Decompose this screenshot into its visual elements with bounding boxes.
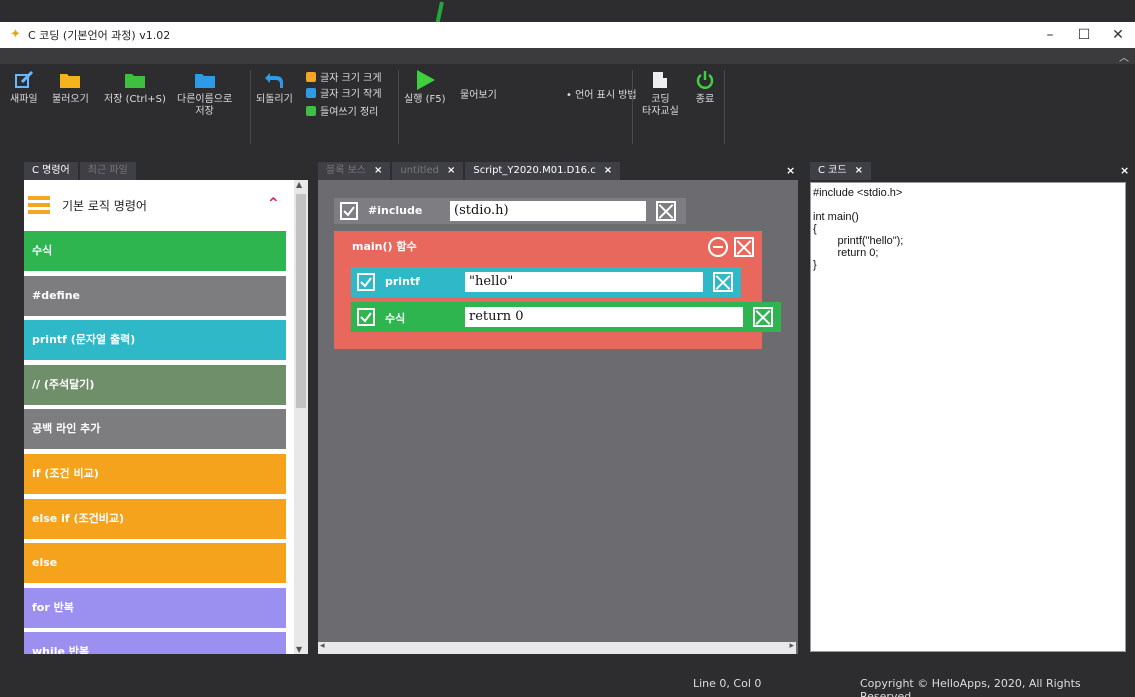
expression-input[interactable]: return 0 [465, 307, 743, 327]
code-view-panel[interactable]: #include <stdio.h> int main() { printf("… [810, 182, 1126, 652]
command-item[interactable]: // (주석달기) [24, 364, 286, 405]
font-bigger-button[interactable]: 글자 크기 크게 [306, 70, 382, 84]
main-label: main() 함수 [352, 240, 417, 253]
tab-c-code[interactable]: C 코드 × [810, 162, 871, 180]
keyboard-icon [649, 70, 671, 90]
command-group-header[interactable]: 기본 로직 명령어 ⌃ [24, 180, 294, 230]
app-window: ✦ C 코딩 (기본언어 과정) v1.02 – ☐ ✕ ︿ 새파일 불러오기 [0, 0, 1135, 697]
code-panel-tabs: C 코드 × [810, 160, 873, 180]
close-tab-icon[interactable]: × [855, 165, 863, 176]
generated-code: #include <stdio.h> int main() { printf("… [813, 187, 904, 271]
command-item[interactable]: for 반복 [24, 587, 286, 628]
new-file-button[interactable]: 새파일 [10, 70, 38, 106]
close-tab-icon[interactable]: × [604, 165, 612, 176]
command-item[interactable]: else if (조건비교) [24, 498, 286, 539]
expression-checkbox-icon[interactable] [357, 308, 375, 326]
run-button[interactable]: 실행 (F5) [404, 70, 446, 106]
delete-include-icon[interactable] [656, 201, 676, 221]
status-bar: Line 0, Col 0 Copyright © HelloApps, 202… [0, 668, 1135, 697]
ribbon-header: ︿ [0, 48, 1135, 64]
command-item[interactable]: else [24, 543, 286, 584]
editor-tabs: 블록 보스 × untitled × Script_Y2020.M01.D16.c × [318, 160, 622, 180]
minimize-button[interactable]: – [1033, 22, 1067, 48]
power-icon [694, 70, 716, 90]
delete-printf-icon[interactable] [713, 272, 733, 292]
app-logo-icon: ✦ [10, 27, 21, 42]
font-select-dropdown[interactable]: 물어보기 [456, 88, 556, 104]
folder-open-icon [59, 70, 81, 90]
command-item[interactable]: 공백 라인 추가 [24, 409, 286, 450]
chevron-up-icon[interactable]: ⌃ [267, 194, 280, 213]
left-panel-tabs: C 명령어 최근 파일 [24, 160, 138, 180]
close-tab-icon[interactable]: × [374, 165, 382, 176]
scroll-up-arrow-icon[interactable]: ▲ [296, 180, 302, 189]
exit-button[interactable]: 종료 [694, 70, 716, 106]
command-item[interactable]: printf (문자열 출력) [24, 320, 286, 361]
include-input[interactable]: (stdio.h) [450, 201, 646, 221]
include-label: #include [368, 204, 423, 217]
collapse-ribbon-icon[interactable]: ︿ [1119, 49, 1129, 64]
scroll-down-arrow-icon[interactable]: ▼ [296, 645, 302, 654]
play-icon [414, 70, 436, 90]
save-button[interactable]: 저장 (Ctrl+S) [104, 70, 166, 106]
copyright-text: Copyright © HelloApps, 2020, All Rights … [860, 677, 1081, 697]
title-bar: ✦ C 코딩 (기본언어 과정) v1.02 – ☐ ✕ [0, 22, 1135, 48]
indent-icon [306, 105, 316, 116]
command-list-scrollbar[interactable]: ▲ ▼ [294, 180, 308, 654]
undo-button[interactable]: 되돌리기 [256, 70, 293, 106]
scrollbar-thumb[interactable] [296, 194, 306, 408]
ribbon-separator [724, 70, 725, 144]
close-tab-icon[interactable]: × [447, 165, 455, 176]
printf-checkbox-icon[interactable] [357, 273, 375, 291]
printf-input[interactable]: "hello" [465, 272, 703, 292]
printf-label: printf [385, 275, 420, 288]
new-file-icon [13, 70, 35, 90]
maximize-button[interactable]: ☐ [1067, 22, 1101, 48]
expression-label: 수식 [385, 312, 406, 325]
save-as-button[interactable]: 다른이름으로 저장 [177, 70, 232, 118]
collapse-main-icon[interactable] [708, 237, 728, 257]
command-item[interactable]: #define [24, 275, 286, 316]
font-smaller-icon [306, 87, 316, 98]
tab-untitled[interactable]: untitled × [392, 162, 464, 180]
command-item[interactable]: 수식 [24, 231, 286, 271]
include-block[interactable]: #include (stdio.h) [334, 198, 686, 224]
list-menu-icon [28, 196, 50, 214]
ribbon-toolbar: 새파일 불러오기 저장 (Ctrl+S) 다른이름으로 저장 되돌리기 글자 크… [0, 64, 1135, 149]
lang-display-option[interactable]: • 언어 표시 방법 [566, 88, 637, 104]
command-list-panel: 기본 로직 명령어 ⌃ 수식 #define printf (문자열 출력)// (… [24, 180, 308, 654]
delete-expression-icon[interactable] [753, 307, 773, 327]
window-controls: – ☐ ✕ [1033, 22, 1135, 48]
indent-button[interactable]: 들여쓰기 정리 [306, 104, 378, 118]
coding-class-button[interactable]: 코딩 타자교실 [642, 70, 679, 118]
ribbon-separator [398, 70, 399, 144]
ribbon-separator [250, 70, 251, 144]
expression-block[interactable]: 수식 return 0 [351, 302, 781, 332]
ribbon-separator [632, 70, 633, 144]
undo-icon [263, 70, 285, 90]
command-item[interactable]: if (조건 비교) [24, 454, 286, 494]
tab-commands[interactable]: C 명령어 [24, 162, 78, 180]
font-bigger-icon [306, 71, 316, 82]
window-title: C 코딩 (기본언어 과정) v1.02 [28, 29, 171, 42]
close-code-panel-icon[interactable]: × [1120, 164, 1129, 177]
close-window-button[interactable]: ✕ [1101, 22, 1135, 48]
editor-horizontal-scrollbar[interactable]: ◂ ▸ [318, 641, 796, 654]
scroll-right-arrow-icon[interactable]: ▸ [789, 641, 794, 651]
command-item[interactable]: while 반복 [24, 632, 286, 654]
close-editor-panel-icon[interactable]: × [786, 164, 795, 177]
folder-save-as-icon [194, 70, 216, 90]
include-checkbox-icon[interactable] [340, 202, 358, 220]
tab-script[interactable]: Script_Y2020.M01.D16.c × [465, 162, 621, 180]
delete-main-icon[interactable] [734, 237, 754, 257]
printf-block[interactable]: printf "hello" [351, 267, 741, 297]
folder-save-icon [124, 70, 146, 90]
cursor-position: Line 0, Col 0 [693, 677, 762, 690]
tab-recent-files[interactable]: 최근 파일 [79, 162, 136, 180]
tab-blocks[interactable]: 블록 보스 × [318, 162, 391, 180]
font-smaller-button[interactable]: 글자 크기 작게 [306, 86, 382, 100]
open-button[interactable]: 불러오기 [52, 70, 89, 106]
scroll-left-arrow-icon[interactable]: ◂ [320, 641, 325, 651]
